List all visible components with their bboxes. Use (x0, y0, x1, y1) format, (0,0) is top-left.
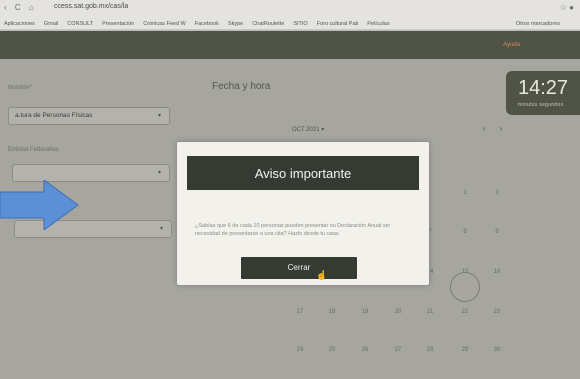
calendar-day[interactable]: 18 (322, 309, 342, 315)
procedure-select[interactable]: a.tura de Personas Físicas ▾ (8, 107, 170, 125)
timer-labels: minutos segundos (518, 102, 564, 108)
bookmark-item[interactable]: CONSULT (67, 21, 93, 27)
calendar-day[interactable]: 21 (420, 309, 440, 315)
calendar-day[interactable]: 1 (455, 190, 475, 196)
month-nav: ‹› (483, 124, 516, 133)
notice-modal: Aviso importante ¿Sabías que 6 de cada 1… (177, 142, 429, 285)
session-timer: 14:27 minutos segundos (506, 71, 580, 115)
calendar-day[interactable]: 28 (420, 347, 440, 353)
calendar-day[interactable]: 24 (290, 347, 310, 353)
chevron-down-icon: ▾ (159, 226, 163, 232)
app-header: Ayuda (0, 31, 580, 59)
bookmark-item[interactable]: Aplicaciones (4, 21, 35, 27)
chevron-down-icon: ▾ (157, 113, 161, 119)
calendar-day[interactable]: 26 (355, 347, 375, 353)
bookmark-item[interactable]: Presentación (102, 21, 134, 27)
bookmark-item[interactable]: Crónicas Feed W (143, 21, 186, 27)
month-label: OCT 2021 (292, 127, 320, 133)
bookmark-item[interactable]: Foro cultural Pati (317, 21, 359, 27)
calendar-day[interactable]: 9 (487, 229, 507, 235)
month-selector[interactable]: OCT 2021 ▾ (292, 126, 324, 133)
calendar-day[interactable]: 22 (455, 309, 475, 315)
timer-value: 14:27 (517, 77, 569, 99)
bookmark-item[interactable]: Gmail (44, 21, 58, 27)
bookmark-item[interactable]: ChatRoulette (252, 21, 284, 27)
star-icon[interactable]: ☆ ● (560, 3, 574, 12)
address-bar[interactable]: ccess.sat.gob.mx/cas/la (54, 3, 128, 10)
select-value: a.tura de Personas Físicas (15, 112, 93, 119)
calendar-day[interactable]: 25 (322, 347, 342, 353)
right-arrow-icon (0, 180, 79, 230)
bookmark-item[interactable]: Facebook (195, 21, 219, 27)
selected-day-ring (450, 272, 480, 302)
section-title: Fecha y hora (212, 81, 271, 92)
modal-body-text: ¿Sabías que 6 de cada 10 personas pueden… (195, 223, 391, 237)
bookmark-item[interactable]: Skype (228, 21, 243, 27)
field-label: Nombre* (8, 85, 32, 91)
calendar-day[interactable]: 30 (487, 347, 507, 353)
close-button[interactable]: Cerrar (241, 257, 357, 279)
bookmarks-bar: Aplicaciones Gmail CONSULT Presentación … (0, 17, 580, 30)
prev-month-icon[interactable]: ‹ (483, 124, 500, 133)
bookmark-item[interactable]: Películas (367, 21, 389, 27)
bookmark-item[interactable]: SITIO (293, 21, 307, 27)
next-month-icon[interactable]: › (500, 124, 517, 133)
browser-toolbar: ‹ C ⌂ ccess.sat.gob.mx/cas/la ☆ ● Aplica… (0, 0, 580, 30)
calendar-day[interactable]: 2 (487, 190, 507, 196)
hand-pointer-icon: ☝ (316, 270, 328, 280)
calendar-day[interactable]: 19 (355, 309, 375, 315)
help-link[interactable]: Ayuda (503, 42, 520, 48)
calendar-day[interactable]: 17 (290, 309, 310, 315)
modal-header: Aviso importante (187, 156, 419, 190)
field-label: Entidad Federativa (8, 147, 59, 153)
calendar-day[interactable]: 8 (455, 229, 475, 235)
calendar-day[interactable]: 27 (388, 347, 408, 353)
calendar-day[interactable]: 23 (487, 309, 507, 315)
calendar-day[interactable]: 16 (487, 269, 507, 275)
chevron-down-icon: ▾ (157, 170, 161, 176)
calendar-day[interactable]: 20 (388, 309, 408, 315)
modal-title: Aviso importante (254, 166, 352, 181)
calendar-day[interactable]: 29 (455, 347, 475, 353)
browser-nav-icons[interactable]: ‹ C ⌂ (4, 3, 37, 12)
other-bookmarks[interactable]: Otros marcadores (516, 21, 580, 27)
